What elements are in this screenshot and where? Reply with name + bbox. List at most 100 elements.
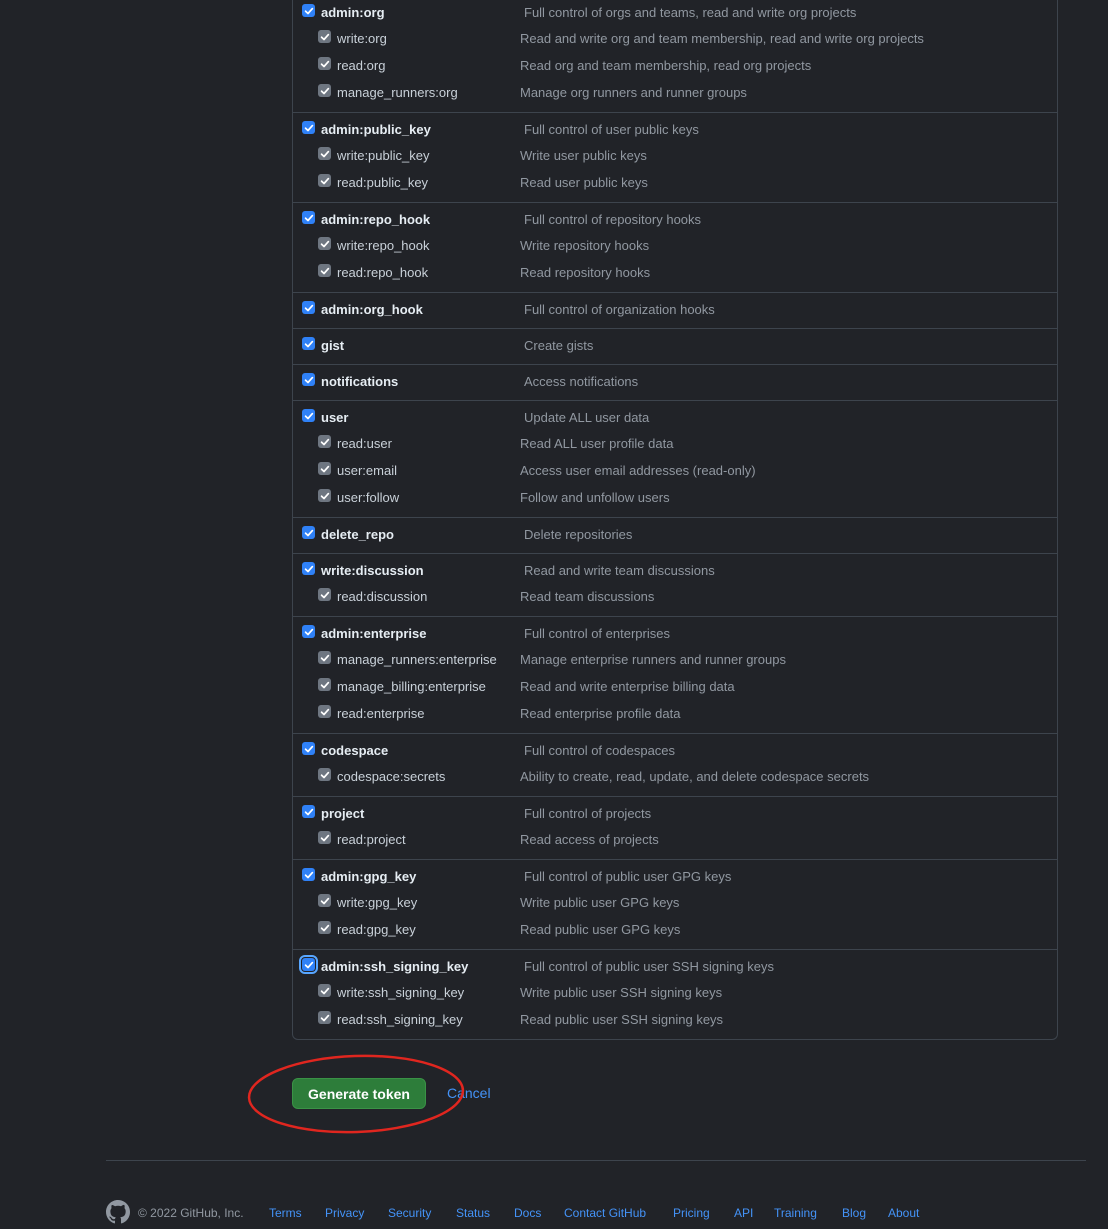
scope-name[interactable]: write:org bbox=[337, 31, 387, 46]
checkmark-icon bbox=[304, 124, 313, 131]
scope-description: Full control of orgs and teams, read and… bbox=[524, 5, 857, 20]
scope-description: Access user email addresses (read-only) bbox=[520, 463, 756, 478]
scope-name[interactable]: read:ssh_signing_key bbox=[337, 1012, 463, 1027]
scope-checkbox[interactable] bbox=[318, 651, 331, 664]
scope-name[interactable]: write:public_key bbox=[337, 148, 430, 163]
scope-checkbox[interactable] bbox=[318, 1011, 331, 1024]
scope-checkbox[interactable] bbox=[318, 678, 331, 691]
scope-description: Read and write org and team membership, … bbox=[520, 31, 924, 46]
checkmark-icon bbox=[304, 340, 313, 347]
scope-name[interactable]: manage_billing:enterprise bbox=[337, 679, 486, 694]
scope-checkbox[interactable] bbox=[318, 894, 331, 907]
scope-row: write:discussion Read and write team disc… bbox=[293, 558, 1057, 585]
scope-checkbox[interactable] bbox=[318, 588, 331, 601]
scope-name[interactable]: manage_runners:enterprise bbox=[337, 652, 497, 667]
scope-name[interactable]: read:public_key bbox=[337, 175, 428, 190]
scope-name[interactable]: read:discussion bbox=[337, 589, 427, 604]
scope-name[interactable]: admin:public_key bbox=[321, 122, 431, 137]
scope-checkbox[interactable] bbox=[318, 57, 331, 70]
scope-name[interactable]: gist bbox=[321, 338, 344, 353]
scope-name[interactable]: user:email bbox=[337, 463, 397, 478]
scope-name[interactable]: user:follow bbox=[337, 490, 399, 505]
scope-checkbox[interactable] bbox=[318, 84, 331, 97]
footer-link-contact-github[interactable]: Contact GitHub bbox=[564, 1206, 646, 1220]
scope-name[interactable]: write:repo_hook bbox=[337, 238, 430, 253]
scope-checkbox[interactable] bbox=[302, 301, 315, 314]
scope-name[interactable]: notifications bbox=[321, 374, 398, 389]
scope-group: delete_repo Delete repositories bbox=[293, 517, 1057, 553]
scope-checkbox[interactable] bbox=[318, 921, 331, 934]
github-logo-icon[interactable] bbox=[106, 1200, 130, 1224]
footer-divider bbox=[106, 1160, 1086, 1161]
scope-name[interactable]: project bbox=[321, 806, 364, 821]
footer-link-blog[interactable]: Blog bbox=[842, 1206, 866, 1220]
scope-checkbox[interactable] bbox=[302, 121, 315, 134]
scope-name[interactable]: manage_runners:org bbox=[337, 85, 458, 100]
scope-name[interactable]: write:ssh_signing_key bbox=[337, 985, 464, 1000]
footer-link-about[interactable]: About bbox=[888, 1206, 919, 1220]
scope-checkbox[interactable] bbox=[302, 409, 315, 422]
scope-checkbox[interactable] bbox=[318, 174, 331, 187]
scope-checkbox[interactable] bbox=[302, 4, 315, 17]
footer-link-security[interactable]: Security bbox=[388, 1206, 431, 1220]
scope-checkbox[interactable] bbox=[302, 625, 315, 638]
scope-checkbox[interactable] bbox=[318, 30, 331, 43]
scope-name[interactable]: user bbox=[321, 410, 348, 425]
scope-group: codespace Full control of codespaces codes… bbox=[293, 733, 1057, 796]
scope-checkbox[interactable] bbox=[302, 526, 315, 539]
scope-description: Full control of codespaces bbox=[524, 743, 676, 758]
scope-description: Full control of repository hooks bbox=[524, 212, 702, 227]
generate-token-button[interactable]: Generate token bbox=[292, 1078, 426, 1109]
scope-checkbox[interactable] bbox=[302, 562, 315, 575]
scope-description: Create gists bbox=[524, 338, 594, 353]
checkmark-icon bbox=[320, 87, 329, 94]
scope-checkbox[interactable] bbox=[318, 489, 331, 502]
footer-link-docs[interactable]: Docs bbox=[514, 1206, 541, 1220]
scope-group: admin:org Full control of orgs and teams,… bbox=[293, 0, 1057, 112]
scope-name[interactable]: read:org bbox=[337, 58, 385, 73]
scope-name[interactable]: admin:enterprise bbox=[321, 626, 426, 641]
footer-link-status[interactable]: Status bbox=[456, 1206, 490, 1220]
scope-name[interactable]: delete_repo bbox=[321, 527, 394, 542]
scope-checkbox[interactable] bbox=[318, 984, 331, 997]
scope-checkbox[interactable] bbox=[302, 373, 315, 386]
scope-name[interactable]: admin:org bbox=[321, 5, 385, 20]
scope-checkbox[interactable] bbox=[299, 955, 318, 974]
scope-name[interactable]: admin:gpg_key bbox=[321, 869, 416, 884]
scope-checkbox[interactable] bbox=[318, 237, 331, 250]
scope-checkbox[interactable] bbox=[302, 742, 315, 755]
scope-description: Manage org runners and runner groups bbox=[520, 85, 747, 100]
scope-name[interactable]: admin:org_hook bbox=[321, 302, 423, 317]
scope-name[interactable]: write:gpg_key bbox=[337, 895, 417, 910]
scope-name[interactable]: read:repo_hook bbox=[337, 265, 428, 280]
scope-name[interactable]: read:gpg_key bbox=[337, 922, 416, 937]
scope-name[interactable]: read:project bbox=[337, 832, 406, 847]
scope-checkbox[interactable] bbox=[318, 831, 331, 844]
checkmark-icon bbox=[320, 1014, 329, 1021]
scope-checkbox[interactable] bbox=[318, 264, 331, 277]
scope-checkbox[interactable] bbox=[302, 805, 315, 818]
scope-checkbox[interactable] bbox=[318, 462, 331, 475]
footer-link-terms[interactable]: Terms bbox=[269, 1206, 302, 1220]
scope-checkbox[interactable] bbox=[302, 868, 315, 881]
scope-checkbox[interactable] bbox=[318, 147, 331, 160]
scope-row: user:follow Follow and unfollow users bbox=[293, 486, 1057, 513]
scope-checkbox[interactable] bbox=[318, 435, 331, 448]
footer-link-api[interactable]: API bbox=[734, 1206, 753, 1220]
scope-row: manage_runners:enterprise Manage enterpri… bbox=[293, 648, 1057, 675]
scope-checkbox[interactable] bbox=[318, 705, 331, 718]
footer-link-privacy[interactable]: Privacy bbox=[325, 1206, 364, 1220]
scope-name[interactable]: codespace bbox=[321, 743, 388, 758]
scope-name[interactable]: read:enterprise bbox=[337, 706, 424, 721]
scope-name[interactable]: admin:ssh_signing_key bbox=[321, 959, 468, 974]
scope-name[interactable]: codespace:secrets bbox=[337, 769, 445, 784]
scope-name[interactable]: write:discussion bbox=[321, 563, 424, 578]
scope-name[interactable]: read:user bbox=[337, 436, 392, 451]
scope-checkbox[interactable] bbox=[302, 337, 315, 350]
footer-link-training[interactable]: Training bbox=[774, 1206, 817, 1220]
footer-link-pricing[interactable]: Pricing bbox=[673, 1206, 710, 1220]
scope-checkbox[interactable] bbox=[318, 768, 331, 781]
scope-name[interactable]: admin:repo_hook bbox=[321, 212, 430, 227]
cancel-link[interactable]: Cancel bbox=[447, 1085, 491, 1101]
scope-checkbox[interactable] bbox=[302, 211, 315, 224]
